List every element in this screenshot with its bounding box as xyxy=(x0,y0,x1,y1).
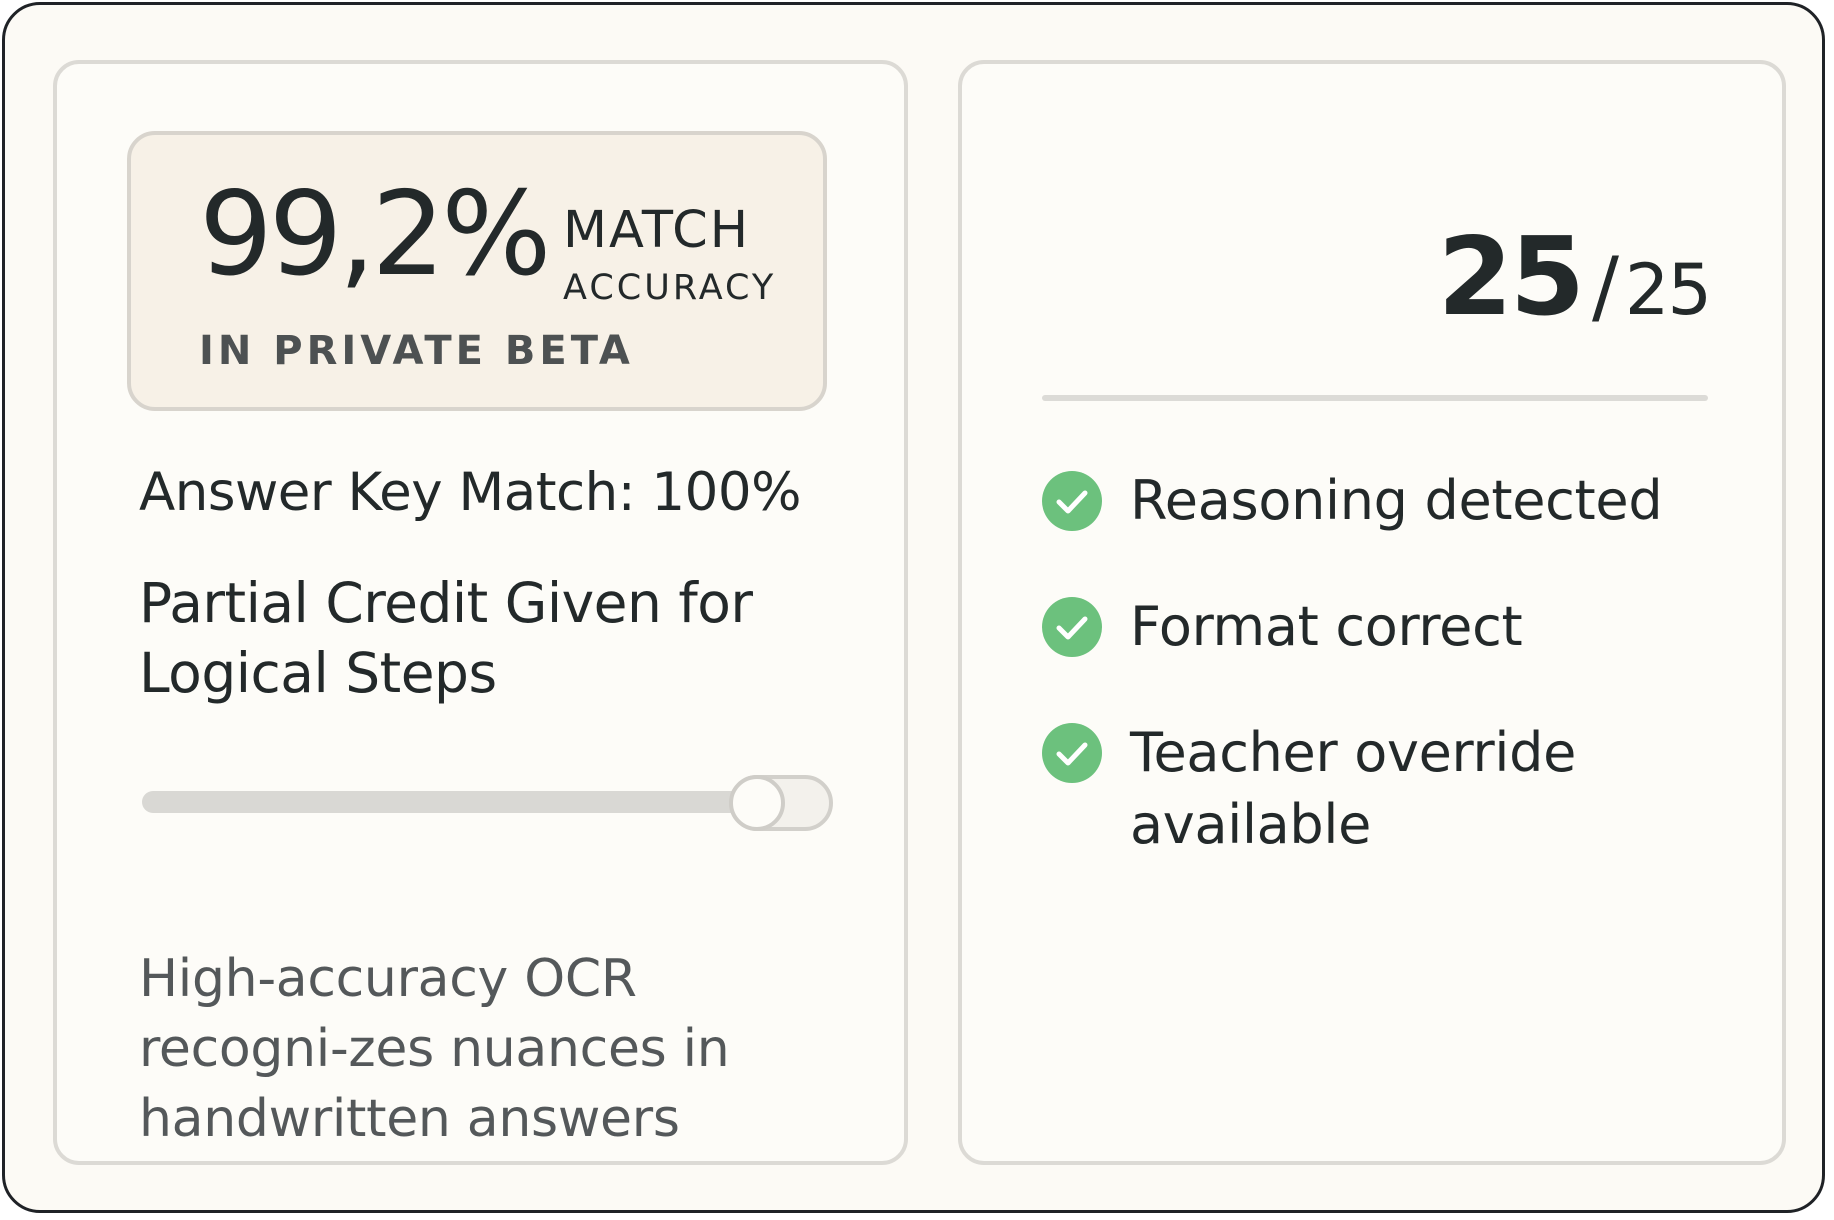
check-circle-icon xyxy=(1042,471,1102,531)
slider-track[interactable] xyxy=(142,791,742,813)
score-total: 25 xyxy=(1624,249,1712,331)
accuracy-badge: 99,2% MATCH ACCURACY IN PRIVATE BETA xyxy=(127,131,827,411)
accuracy-label: ACCURACY xyxy=(563,268,777,308)
check-label: Teacher override available xyxy=(1130,721,1576,856)
left-card: 99,2% MATCH ACCURACY IN PRIVATE BETA Ans… xyxy=(53,60,908,1165)
slider-handle[interactable] xyxy=(729,775,785,831)
check-circle-icon xyxy=(1042,723,1102,783)
app-frame: 99,2% MATCH ACCURACY IN PRIVATE BETA Ans… xyxy=(2,2,1825,1213)
match-label: MATCH xyxy=(563,201,751,260)
accuracy-percent: 99,2% xyxy=(199,167,552,302)
answer-key-match: Answer Key Match: 100% xyxy=(139,462,801,523)
check-circle-icon xyxy=(1042,597,1102,657)
score-separator: / xyxy=(1591,240,1619,333)
ocr-description: High-accuracy OCR recogni-zes nuances in… xyxy=(139,949,730,1149)
right-card: 25/25 Reasoning detected Format correct … xyxy=(958,60,1786,1165)
score-display: 25/25 xyxy=(1438,224,1712,333)
score-value: 25 xyxy=(1437,215,1585,340)
private-beta-label: IN PRIVATE BETA xyxy=(199,328,634,374)
partial-credit-text: Partial Credit Given for Logical Steps xyxy=(139,571,753,705)
check-label: Reasoning detected xyxy=(1130,469,1663,532)
check-label: Format correct xyxy=(1130,595,1523,658)
divider xyxy=(1042,395,1708,401)
